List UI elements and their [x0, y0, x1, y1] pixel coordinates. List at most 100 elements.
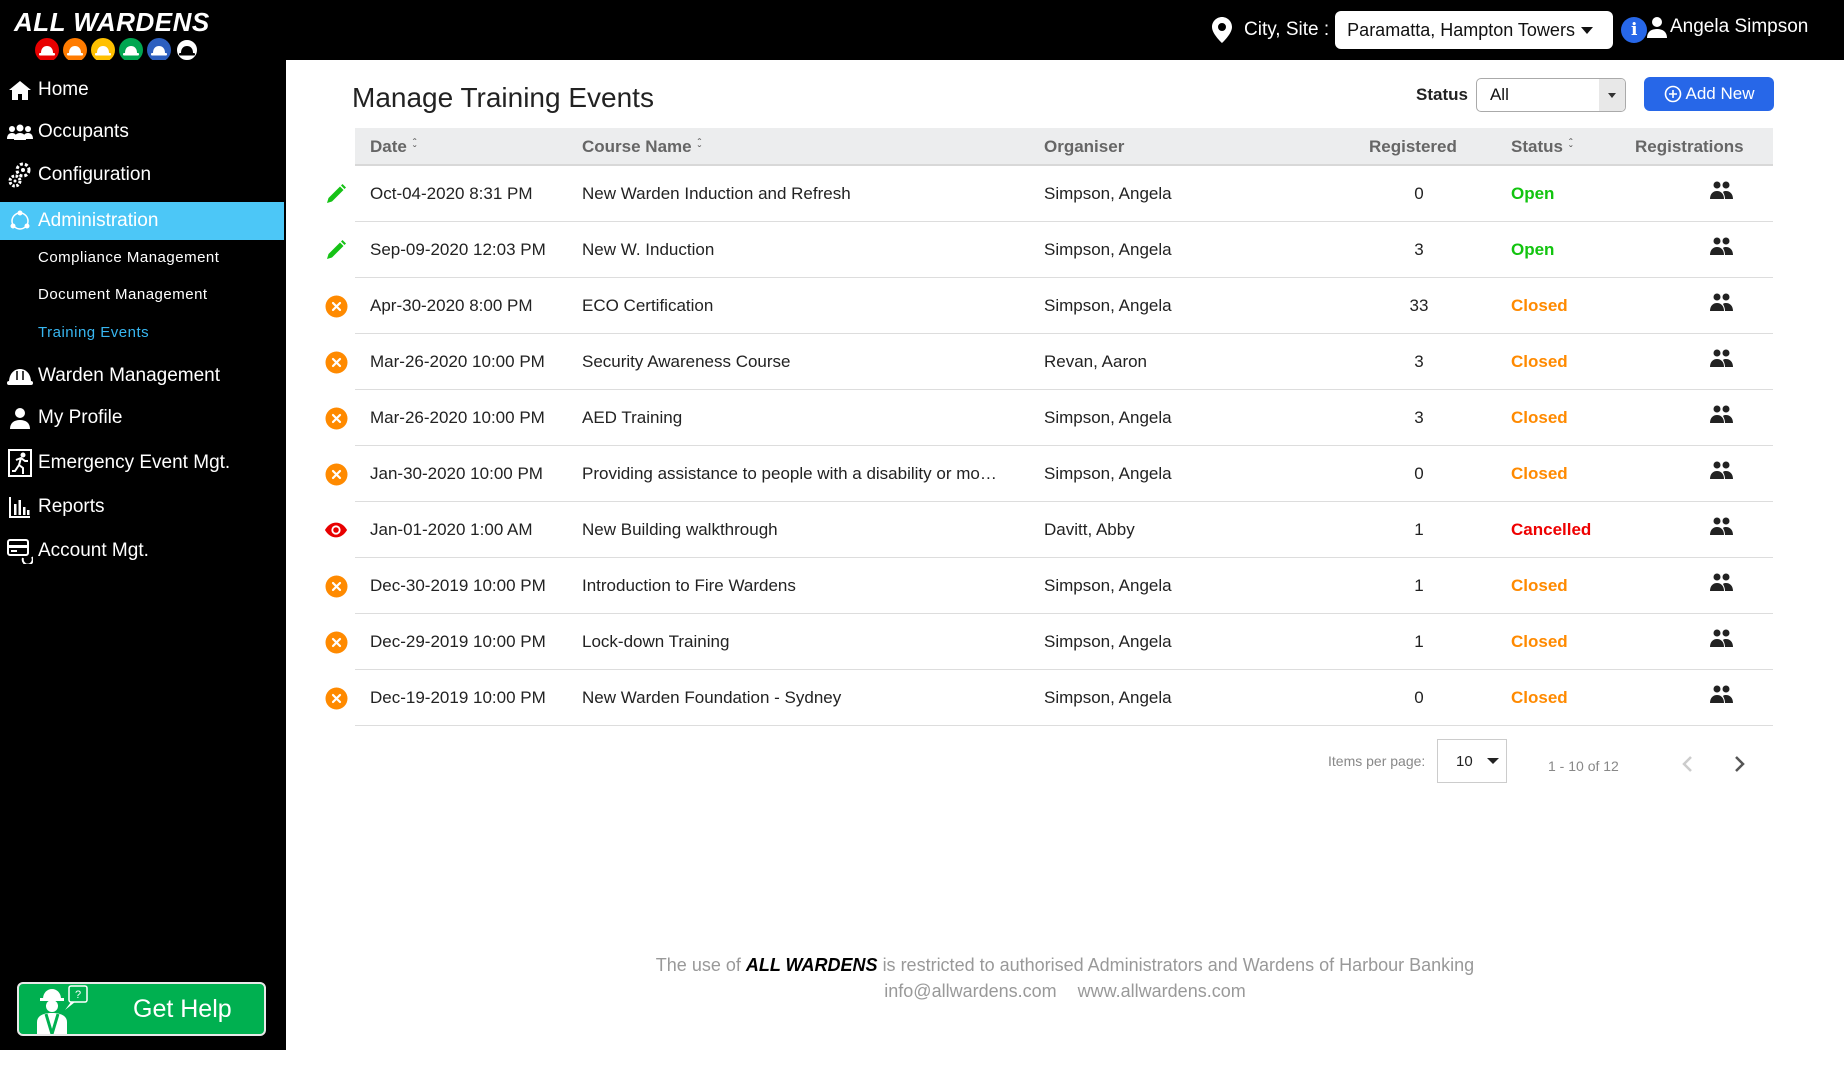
sidebar-item-emergency-event-mgt[interactable]: Emergency Event Mgt.	[0, 444, 284, 482]
site-dropdown[interactable]: Paramatta, Hampton Towers	[1335, 11, 1614, 49]
registrations-people-icon[interactable]	[1710, 517, 1734, 535]
sidebar-subitem-document-management[interactable]: Document Management	[38, 286, 208, 303]
cell-organiser: Simpson, Angela	[1044, 446, 1172, 502]
caret-down-icon	[1486, 758, 1499, 764]
course-value: New Warden Foundation - Sydney	[582, 688, 842, 707]
registrations-people-icon[interactable]	[1710, 293, 1734, 311]
closed-x-circle-icon[interactable]	[324, 406, 348, 430]
sidebar-item-configuration[interactable]: Configuration	[0, 156, 284, 194]
previous-page-button[interactable]	[1678, 753, 1698, 775]
registrations-people-icon[interactable]	[1710, 461, 1734, 479]
hard-hat-icon	[35, 38, 59, 62]
caret-down-icon	[1598, 79, 1625, 111]
footer-links: info@allwardens.com www.allwardens.com	[286, 978, 1844, 1004]
hard-hat-icon	[147, 38, 171, 62]
status-badge: Closed	[1511, 296, 1568, 315]
sidebar-item-home[interactable]: Home	[0, 71, 284, 109]
column-header-course-name[interactable]: Course Name ˆˇ	[582, 128, 701, 166]
column-header-status[interactable]: Status ˆˇ	[1511, 128, 1572, 166]
cell-organiser: Simpson, Angela	[1044, 614, 1172, 670]
closed-x-circle-icon[interactable]	[324, 294, 348, 318]
sidebar-item-administration[interactable]: Administration	[0, 202, 284, 240]
map-pin-icon	[1212, 17, 1232, 43]
date-value: Oct-04-2020 8:31 PM	[370, 184, 533, 203]
registrations-people-icon[interactable]	[1710, 685, 1734, 703]
date-value: Jan-30-2020 10:00 PM	[370, 464, 543, 483]
edit-pencil-icon[interactable]	[324, 182, 348, 206]
closed-x-circle-icon[interactable]	[324, 686, 348, 710]
footer-website-link[interactable]: www.allwardens.com	[1078, 981, 1246, 1001]
sidebar-item-warden-management[interactable]: Warden Management	[0, 357, 284, 395]
items-per-page-dropdown[interactable]: 10	[1437, 739, 1507, 783]
column-label: Status	[1511, 137, 1563, 156]
column-header-date[interactable]: Date ˆˇ	[370, 128, 416, 166]
table-row: Dec-29-2019 10:00 PM Lock-down Training Si…	[325, 614, 1773, 670]
table-row: Jan-01-2020 1:00 AM New Building walkthro…	[324, 502, 1773, 558]
status-badge: Cancelled	[1511, 520, 1592, 539]
date-value: Mar-26-2020 10:00 PM	[370, 352, 545, 371]
cell-status: Closed	[1511, 614, 1568, 670]
course-value: ECO Certification	[582, 296, 714, 315]
sort-icon: ˆˇ	[412, 138, 417, 156]
cell-status: Closed	[1511, 670, 1568, 726]
main-content: Manage Training Events Status All Add Ne…	[286, 60, 1844, 1050]
warden-help-icon: ?	[37, 985, 88, 1034]
info-icon[interactable]: i	[1621, 17, 1648, 43]
add-new-button[interactable]: Add New	[1644, 77, 1774, 111]
sidebar-item-my-profile[interactable]: My Profile	[0, 399, 284, 437]
status-filter-dropdown[interactable]: All	[1475, 78, 1626, 112]
view-eye-icon[interactable]	[324, 518, 348, 542]
registrations-people-icon[interactable]	[1710, 405, 1734, 423]
closed-x-circle-icon[interactable]	[324, 462, 348, 486]
sidebar-item-account-mgt[interactable]: Account Mgt.	[0, 532, 284, 570]
cell-course: New Warden Induction and Refresh	[582, 166, 851, 222]
closed-x-circle-icon[interactable]	[324, 630, 348, 654]
table-row: Mar-26-2020 10:00 PM Security Awareness C…	[325, 334, 1773, 390]
cell-status: Closed	[1511, 446, 1568, 502]
column-label: Date	[370, 137, 407, 156]
cell-registered: 3	[1369, 334, 1469, 390]
sidebar: Home Occupants Configuration Administrat…	[0, 60, 286, 1077]
sidebar-item-occupants[interactable]: Occupants	[0, 113, 284, 151]
user-menu[interactable]: Angela Simpson	[1646, 12, 1808, 42]
logout-button[interactable]: Logout	[8, 1056, 94, 1078]
sidebar-subitem-compliance-management[interactable]: Compliance Management	[38, 249, 219, 266]
registered-value: 3	[1414, 352, 1424, 371]
sidebar-subitem-training-events[interactable]: Training Events	[38, 324, 149, 341]
cell-organiser: Simpson, Angela	[1044, 222, 1172, 278]
cell-course: New Warden Foundation - Sydney	[582, 670, 841, 726]
get-help-button[interactable]: ? Get Help	[17, 982, 266, 1036]
closed-x-circle-icon[interactable]	[324, 574, 348, 598]
cell-registrations	[1710, 334, 1734, 390]
footer-email-link[interactable]: info@allwardens.com	[884, 981, 1056, 1001]
status-badge: Open	[1511, 240, 1555, 259]
brand-logo[interactable]: ALL WARDENS	[14, 8, 244, 64]
registrations-people-icon[interactable]	[1710, 349, 1734, 367]
cell-course: New Building walkthrough	[582, 502, 778, 558]
organiser-value: Revan, Aaron	[1044, 352, 1148, 371]
next-page-button[interactable]	[1729, 753, 1749, 775]
page-title: Manage Training Events	[352, 82, 654, 113]
registrations-people-icon[interactable]	[1710, 181, 1734, 199]
info-glyph: i	[1630, 20, 1638, 40]
sidebar-item-reports[interactable]: Reports	[0, 488, 284, 526]
pagination: Items per page: 10 1 - 10 of 12	[286, 733, 1844, 783]
registrations-people-icon[interactable]	[1710, 237, 1734, 255]
plus-circle-icon	[1664, 85, 1681, 103]
sidebar-item-label: Emergency Event Mgt.	[38, 452, 231, 473]
training-events-table: Date ˆˇ Course Name ˆˇ Organiser Registe…	[324, 128, 1773, 726]
bar-chart-icon	[6, 495, 34, 519]
registrations-people-icon[interactable]	[1710, 629, 1734, 647]
edit-pencil-icon[interactable]	[324, 238, 348, 262]
course-value: Security Awareness Course	[582, 352, 791, 371]
closed-x-circle-icon[interactable]	[324, 350, 348, 374]
table-header: Date ˆˇ Course Name ˆˇ Organiser Registe…	[355, 128, 1773, 166]
status-badge: Closed	[1511, 464, 1568, 483]
hard-hat-icon	[91, 38, 115, 62]
cell-date: Mar-26-2020 10:00 PM	[370, 334, 545, 390]
cell-registered: 0	[1369, 446, 1469, 502]
column-label: Organiser	[1044, 137, 1125, 156]
site-selector-group: City, Site : Paramatta, Hampton Towers i	[1212, 10, 1648, 50]
registrations-people-icon[interactable]	[1710, 573, 1734, 591]
organiser-value: Simpson, Angela	[1044, 240, 1172, 259]
